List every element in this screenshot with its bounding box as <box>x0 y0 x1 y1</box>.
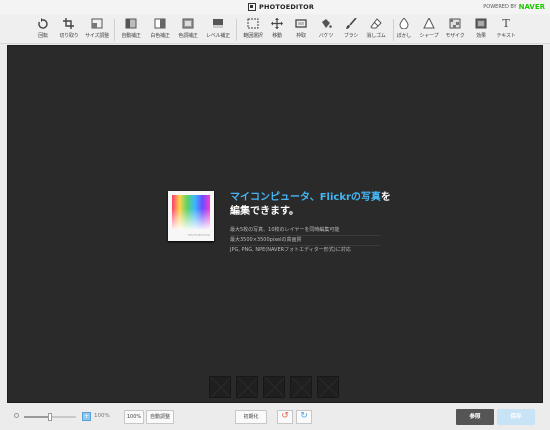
zoom-slider-handle[interactable] <box>48 413 52 421</box>
redo-button[interactable]: ↻ <box>296 410 312 424</box>
crop-icon <box>63 18 75 29</box>
logo-text: PHOTOEDITOR <box>259 3 315 11</box>
tool-color-correct[interactable]: 色調補正 <box>173 18 203 42</box>
photo-slot[interactable] <box>263 376 285 398</box>
photo-slot[interactable] <box>236 376 258 398</box>
logo: PHOTOEDITOR <box>248 2 314 12</box>
photo-slot[interactable] <box>317 376 339 398</box>
effects-icon <box>475 18 487 29</box>
open-button[interactable]: 参照 <box>456 409 494 425</box>
tool-auto-correct[interactable]: 自動補正 <box>116 18 146 42</box>
naver-brand: NAVER <box>518 3 545 11</box>
undo-button[interactable]: ↺ <box>277 410 293 424</box>
toolbar-divider <box>236 19 237 41</box>
text-icon: T <box>502 17 510 30</box>
headline-suffix: を <box>380 192 391 203</box>
toolbar-divider <box>114 19 115 41</box>
zoom-in-button[interactable]: + <box>82 412 91 421</box>
zoom-out-icon[interactable] <box>14 413 19 418</box>
powered-by-label: POWERED BY <box>483 4 517 10</box>
save-button[interactable]: 保存 <box>497 409 535 425</box>
tool-resize[interactable]: サイズ調整 <box>82 18 112 42</box>
tool-level-correct[interactable]: レベル補正 <box>203 18 233 42</box>
bucket-icon <box>320 18 332 29</box>
reset-button[interactable]: 初期化 <box>235 410 267 424</box>
eraser-icon <box>370 18 382 29</box>
zoom-value: 100% <box>94 413 110 419</box>
redo-icon: ↻ <box>300 411 308 421</box>
powered-by: POWERED BY NAVER <box>483 3 545 11</box>
sharpen-icon <box>423 16 435 29</box>
white-balance-icon <box>154 18 166 29</box>
level-correct-icon <box>212 18 224 29</box>
logo-icon <box>248 3 256 11</box>
undo-icon: ↺ <box>281 411 289 421</box>
photo-slot[interactable] <box>290 376 312 398</box>
resize-icon <box>91 18 103 29</box>
headline-line2: 編集できます。 <box>230 206 299 217</box>
photo-slots <box>209 376 339 398</box>
frame-icon <box>295 18 307 29</box>
tool-eraser[interactable]: 消しゴム <box>361 18 391 42</box>
tool-text[interactable]: T テキスト <box>491 18 521 42</box>
color-correct-icon <box>182 18 194 29</box>
zoom-slider-fill <box>24 416 50 418</box>
auto-correct-icon <box>125 18 137 29</box>
headline-highlight: マイコンピュータ、Flickrの写真 <box>230 192 381 203</box>
zoom-slider[interactable] <box>24 413 76 421</box>
color-gradient-image <box>172 195 210 229</box>
canvas-workspace[interactable]: PHOTOEDITOR マイコンピュータ、Flickrの写真を 編集できます。 … <box>7 45 543 403</box>
bottom-bar: + 100% 100% 自動調整 初期化 ↺ ↻ 参照 保存 <box>0 404 550 430</box>
photo-thumbnail: PHOTOEDITOR <box>168 191 214 241</box>
rotate-icon <box>37 18 49 29</box>
welcome-panel: PHOTOEDITOR マイコンピュータ、Flickrの写真を 編集できます。 … <box>168 191 391 257</box>
auto-fit-button[interactable]: 自動調整 <box>146 410 174 424</box>
brush-icon <box>345 17 357 29</box>
title-bar: PHOTOEDITOR POWERED BY NAVER <box>0 0 550 14</box>
mosaic-icon <box>449 18 461 29</box>
welcome-headline: マイコンピュータ、Flickrの写真を 編集できます。 <box>230 191 400 219</box>
range-select-icon <box>247 18 259 29</box>
move-icon <box>271 18 283 29</box>
photoeditor-app: PHOTOEDITOR POWERED BY NAVER 回転 切り取り サイズ… <box>0 0 550 430</box>
photo-slot[interactable] <box>209 376 231 398</box>
tool-crop[interactable]: 切り取り <box>54 18 84 42</box>
tool-white-balance[interactable]: 白色補正 <box>145 18 175 42</box>
zoom-100-button[interactable]: 100% <box>124 410 144 424</box>
thumbnail-caption: PHOTOEDITOR <box>188 233 210 237</box>
feature-description: JPG, PNG, NPE(NAVERフォトエディター形式)に対応 <box>230 247 351 253</box>
toolbar: 回転 切り取り サイズ調整 自動補正 白色補正 色調補正 レベル補正 範囲選択 … <box>0 14 550 44</box>
blur-icon <box>398 17 410 30</box>
